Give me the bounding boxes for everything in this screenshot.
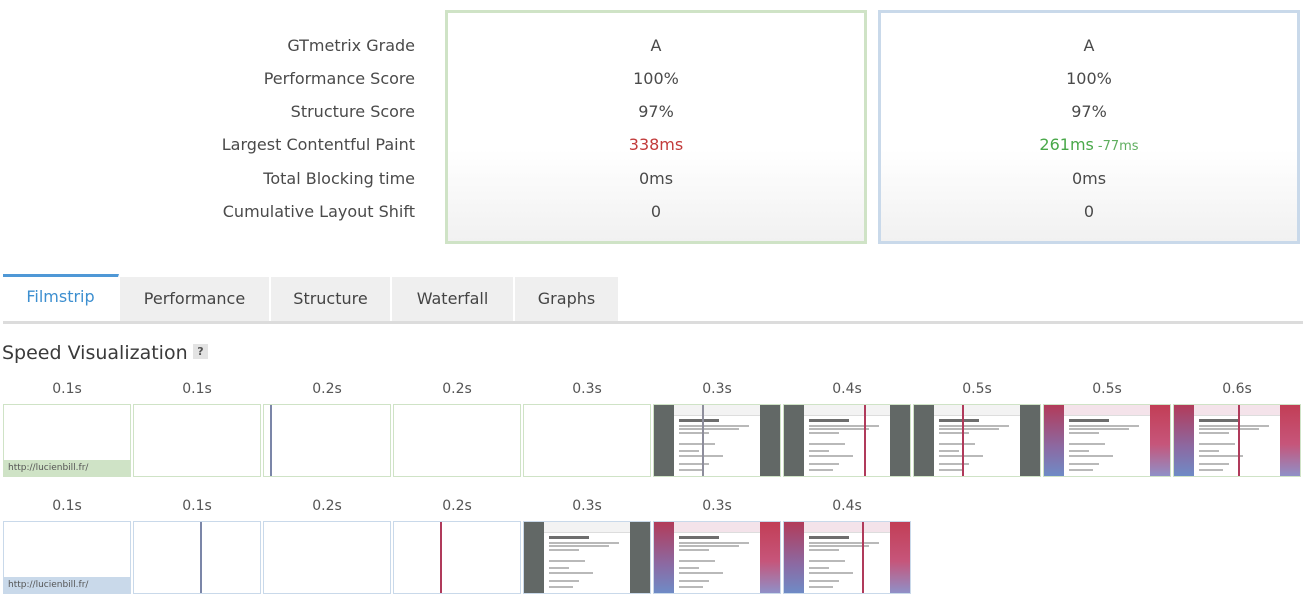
page-thumbnail [1044, 405, 1170, 476]
tab-waterfall[interactable]: Waterfall [392, 277, 514, 321]
frame-time: 0.1s [52, 498, 82, 514]
filmstrip-frame[interactable] [263, 521, 391, 594]
report-2-lcp-delta: -77ms [1097, 139, 1139, 154]
report-2-column: A 100% 97% 261ms -77ms 0ms 0 [878, 10, 1300, 244]
filmstrip-frame[interactable] [133, 404, 261, 477]
report-2-lcp-row: 261ms -77ms [881, 135, 1297, 157]
frame-time: 0.3s [702, 381, 732, 397]
speed-visualization-title: Speed Visualization [2, 342, 188, 364]
filmstrip-frame[interactable] [393, 404, 521, 477]
metric-label-tbt: Total Blocking time [263, 169, 415, 188]
filmstrip-frame[interactable] [653, 521, 781, 594]
filmstrip-frame[interactable] [913, 404, 1041, 477]
report-2-grade: A [1083, 36, 1095, 55]
report-2-performance: 100% [1066, 69, 1112, 88]
filmstrip-frame[interactable] [523, 521, 651, 594]
frame-time: 0.5s [1092, 381, 1122, 397]
progress-marker [864, 405, 866, 476]
metric-label-cls: Cumulative Layout Shift [222, 202, 415, 221]
page-thumbnail [784, 405, 910, 476]
filmstrip-frame[interactable]: http://lucienbill.fr/ [3, 404, 131, 477]
metric-label-lcp: Largest Contentful Paint [221, 135, 415, 154]
page-thumbnail [654, 522, 780, 593]
filmstrip-frame[interactable] [393, 521, 521, 594]
progress-marker [702, 405, 704, 476]
tab-structure[interactable]: Structure [271, 277, 391, 321]
page-thumbnail [1174, 405, 1300, 476]
filmstrip-frame[interactable] [263, 404, 391, 477]
report-1-lcp: 338ms [628, 135, 684, 154]
page-thumbnail [524, 522, 650, 593]
frame-url: http://lucienbill.fr/ [4, 460, 130, 476]
progress-marker [862, 522, 864, 593]
frame-time: 0.5s [962, 381, 992, 397]
report-2-lcp: 261ms [1039, 135, 1094, 154]
frame-time: 0.3s [572, 498, 602, 514]
report-1-performance: 100% [633, 69, 679, 88]
report-1-structure: 97% [638, 102, 674, 121]
report-1-grade: A [650, 36, 662, 55]
frame-time: 0.3s [572, 381, 602, 397]
progress-marker [270, 405, 272, 476]
metric-label-performance: Performance Score [263, 69, 415, 88]
page-thumbnail [784, 522, 910, 593]
report-2-cls: 0 [1083, 202, 1095, 221]
report-1-column: A 100% 97% 338ms 0ms 0 [445, 10, 867, 244]
metric-label-structure: Structure Score [290, 102, 415, 121]
frame-time: 0.1s [182, 381, 212, 397]
progress-marker [440, 522, 442, 593]
frame-url: http://lucienbill.fr/ [4, 577, 130, 593]
filmstrip-frame[interactable]: http://lucienbill.fr/ [3, 521, 131, 594]
progress-marker [1238, 405, 1240, 476]
filmstrip-frame[interactable] [1173, 404, 1301, 477]
report-2-tbt: 0ms [1071, 169, 1107, 188]
frame-time: 0.2s [442, 498, 472, 514]
frame-time: 0.3s [702, 498, 732, 514]
frame-time: 0.1s [182, 498, 212, 514]
frame-time: 0.4s [832, 381, 862, 397]
frame-time: 0.4s [832, 498, 862, 514]
filmstrip-frame[interactable] [783, 521, 911, 594]
metric-label-grade: GTmetrix Grade [287, 36, 415, 55]
report-1-cls: 0 [650, 202, 662, 221]
report-1-tbt: 0ms [638, 169, 674, 188]
help-icon[interactable]: ? [193, 344, 208, 359]
filmstrip-frame[interactable] [783, 404, 911, 477]
frame-time: 0.2s [442, 381, 472, 397]
report-2-structure: 97% [1071, 102, 1107, 121]
page-thumbnail [654, 405, 780, 476]
progress-marker [962, 405, 964, 476]
filmstrip-frame[interactable] [523, 404, 651, 477]
frame-time: 0.2s [312, 498, 342, 514]
tab-filmstrip[interactable]: Filmstrip [3, 274, 119, 321]
filmstrip-frame[interactable] [1043, 404, 1171, 477]
tab-performance[interactable]: Performance [120, 277, 270, 321]
progress-marker [200, 522, 202, 593]
frame-time: 0.6s [1222, 381, 1252, 397]
filmstrip-frame[interactable] [653, 404, 781, 477]
frame-time: 0.2s [312, 381, 342, 397]
filmstrip-frame[interactable] [133, 521, 261, 594]
page-thumbnail [914, 405, 1040, 476]
frame-time: 0.1s [52, 381, 82, 397]
tab-graphs[interactable]: Graphs [515, 277, 619, 321]
report-tabs: Filmstrip Performance Structure Waterfal… [3, 274, 1303, 324]
